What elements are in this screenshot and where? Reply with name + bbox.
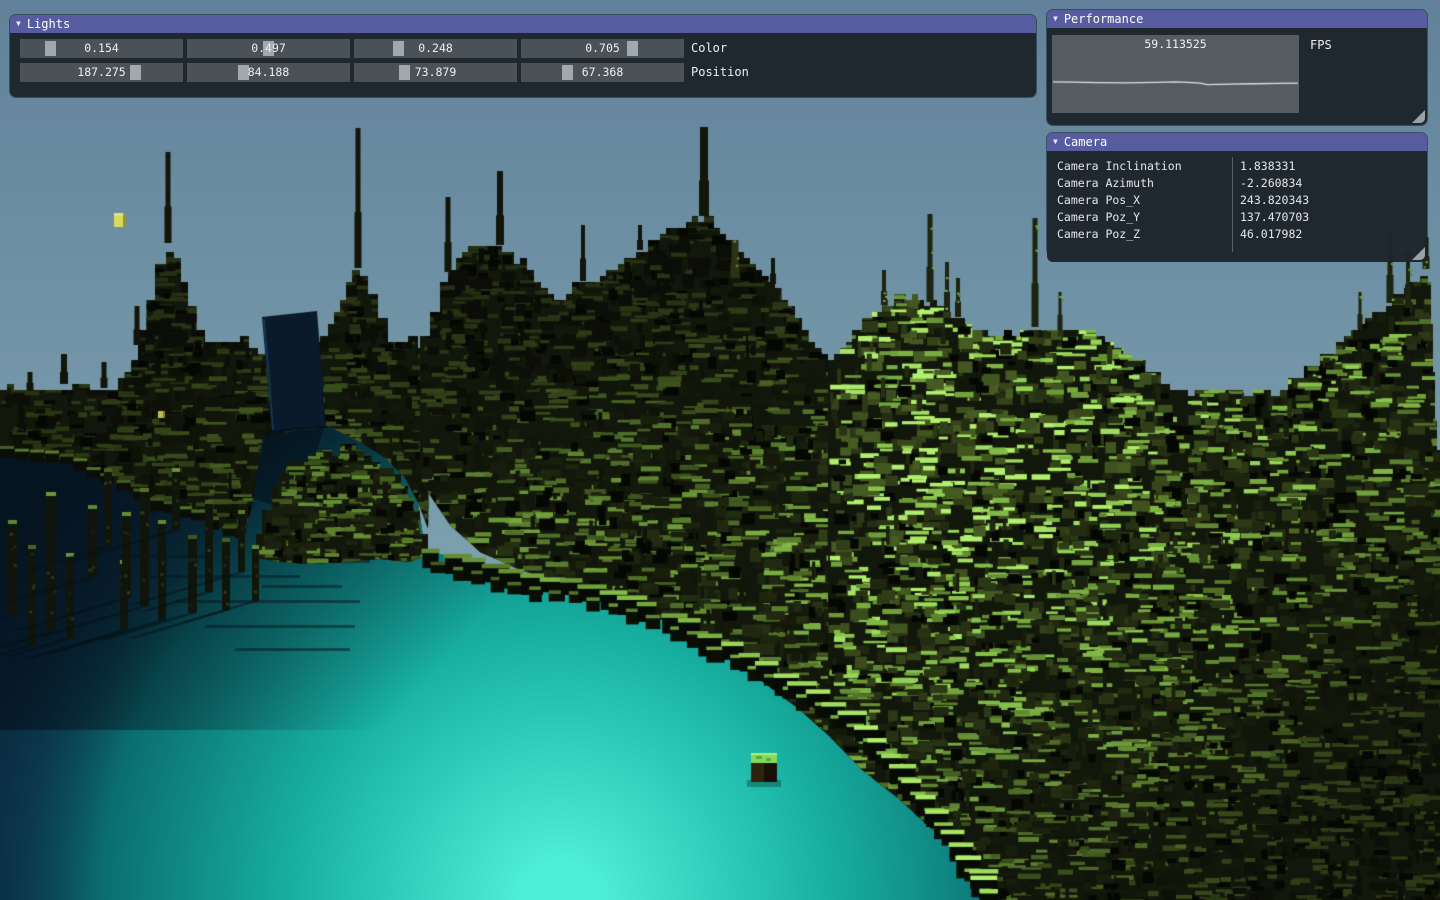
slider-value: 84.188	[187, 63, 350, 82]
slider-value: 67.368	[521, 63, 684, 82]
light-color-slider-3[interactable]: 0.705	[521, 39, 684, 58]
slider-value: 73.879	[354, 63, 517, 82]
camera-panel-titlebar[interactable]: ▼ Camera	[1047, 133, 1427, 151]
camera-row-value: 46.017982	[1240, 226, 1302, 243]
camera-row: Camera Pos_X 243.820343	[1047, 192, 1427, 209]
lights-panel-body: 0.154 0.497 0.248 0.705 Color	[10, 33, 1036, 97]
slider-value: 0.705	[521, 39, 684, 58]
fps-value: 59.113525	[1052, 37, 1299, 51]
camera-row-value: 243.820343	[1240, 192, 1309, 209]
camera-row-label: Camera Poz_Y	[1057, 209, 1140, 226]
fps-label: FPS	[1310, 38, 1332, 52]
camera-row: Camera Inclination 1.838331	[1047, 158, 1427, 175]
light-color-slider-1[interactable]: 0.497	[187, 39, 350, 58]
collapse-arrow-icon[interactable]: ▼	[16, 15, 21, 33]
collapse-arrow-icon[interactable]: ▼	[1053, 133, 1058, 151]
light-position-slider-0[interactable]: 187.275	[20, 63, 183, 82]
camera-panel: ▼ Camera Camera Inclination 1.838331 Cam…	[1047, 133, 1427, 255]
camera-row: Camera Azimuth -2.260834	[1047, 175, 1427, 192]
lights-panel: ▼ Lights 0.154 0.497 0.248 0.7	[10, 15, 1036, 97]
performance-panel-body: 59.113525 FPS	[1047, 28, 1427, 125]
position-row-label: Position	[691, 63, 749, 82]
slider-value: 0.248	[354, 39, 517, 58]
fps-graph: 59.113525	[1052, 35, 1299, 113]
lights-panel-title: Lights	[27, 15, 70, 33]
camera-row: Camera Poz_Z 46.017982	[1047, 226, 1427, 243]
collapse-arrow-icon[interactable]: ▼	[1053, 10, 1058, 28]
camera-row-value: -2.260834	[1240, 175, 1302, 192]
camera-panel-title: Camera	[1064, 133, 1107, 151]
light-position-slider-1[interactable]: 84.188	[187, 63, 350, 82]
light-color-slider-2[interactable]: 0.248	[354, 39, 517, 58]
resize-grip-icon[interactable]	[1412, 110, 1425, 123]
app-window: ▼ Lights 0.154 0.497 0.248 0.7	[0, 0, 1440, 900]
light-color-slider-0[interactable]: 0.154	[20, 39, 183, 58]
performance-panel: ▼ Performance 59.113525 FPS	[1047, 10, 1427, 125]
camera-row-label: Camera Poz_Z	[1057, 226, 1140, 243]
camera-row-label: Camera Inclination	[1057, 158, 1182, 175]
camera-row: Camera Poz_Y 137.470703	[1047, 209, 1427, 226]
lights-panel-titlebar[interactable]: ▼ Lights	[10, 15, 1036, 33]
camera-row-value: 137.470703	[1240, 209, 1309, 226]
color-row-label: Color	[691, 39, 727, 58]
performance-panel-titlebar[interactable]: ▼ Performance	[1047, 10, 1427, 28]
slider-value: 0.154	[20, 39, 183, 58]
resize-grip-icon[interactable]	[1412, 247, 1425, 260]
camera-row-value: 1.838331	[1240, 158, 1295, 175]
slider-value: 0.497	[187, 39, 350, 58]
slider-value: 187.275	[20, 63, 183, 82]
light-position-slider-2[interactable]: 73.879	[354, 63, 517, 82]
light-position-slider-3[interactable]: 67.368	[521, 63, 684, 82]
performance-panel-title: Performance	[1064, 10, 1143, 28]
camera-row-label: Camera Pos_X	[1057, 192, 1140, 209]
camera-panel-body: Camera Inclination 1.838331 Camera Azimu…	[1047, 151, 1427, 262]
camera-row-label: Camera Azimuth	[1057, 175, 1154, 192]
